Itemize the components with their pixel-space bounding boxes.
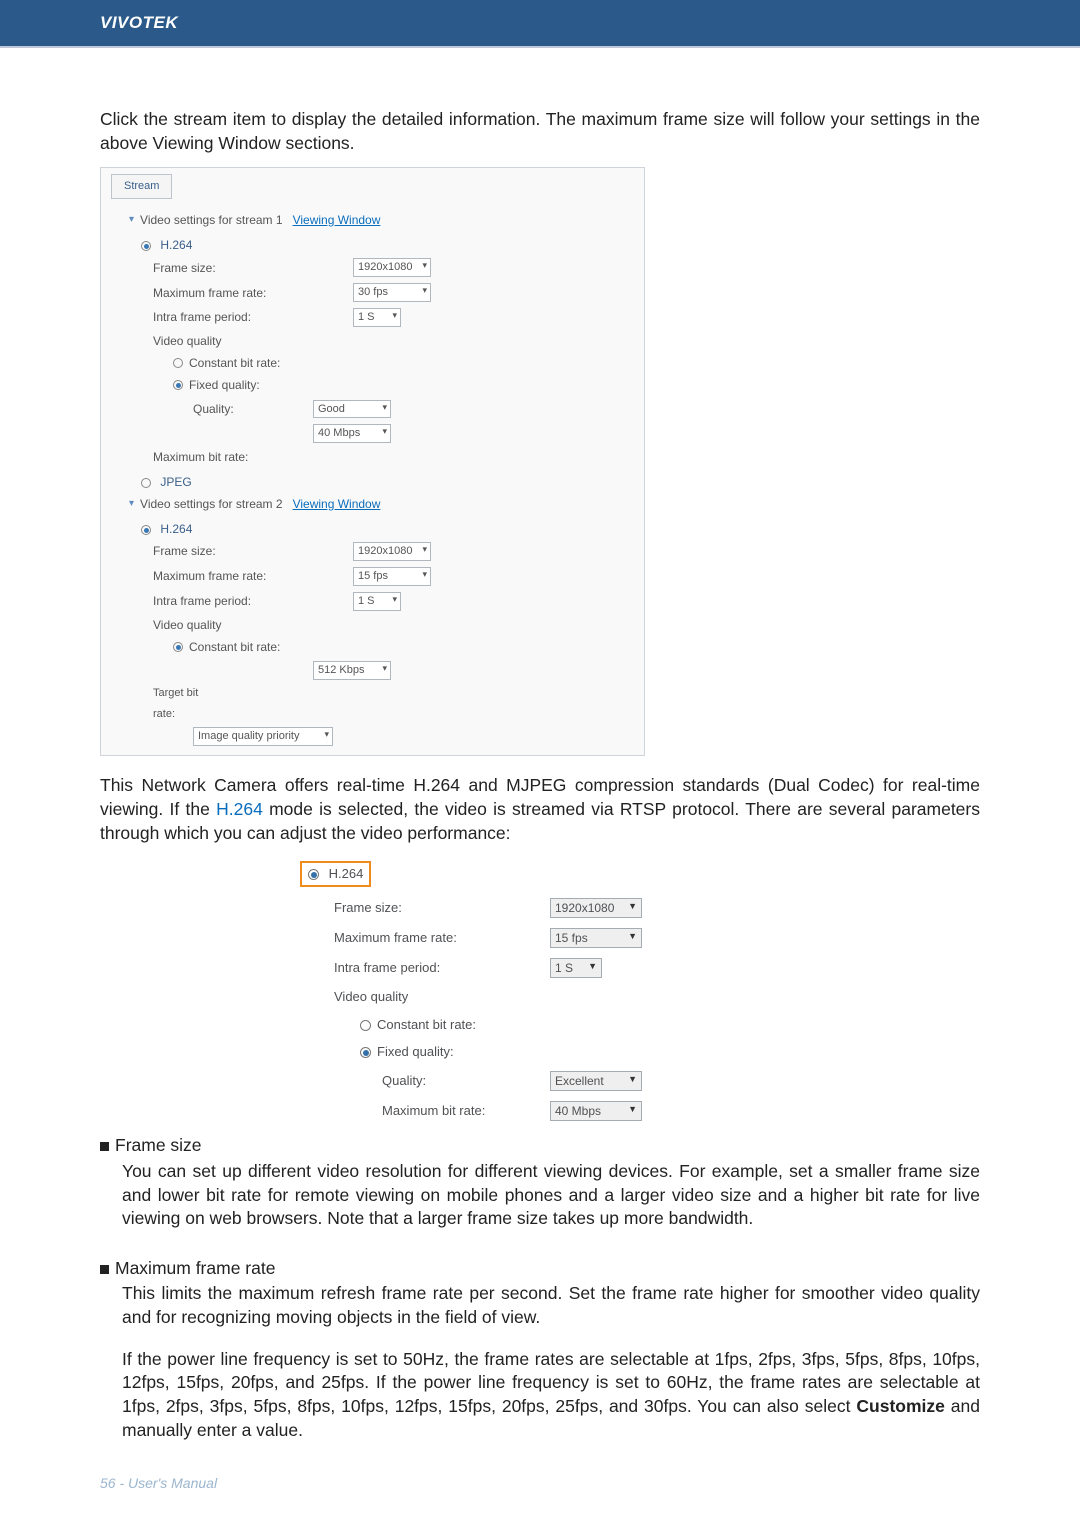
h264-radio-hl[interactable] xyxy=(308,869,319,880)
intro-paragraph: Click the stream item to display the det… xyxy=(100,108,980,155)
intra-period-label-hl: Intra frame period: xyxy=(300,959,550,977)
jpeg-group: JPEG xyxy=(141,468,644,492)
frame-size-label-1: Frame size: xyxy=(153,260,353,276)
intra-period-label-2: Intra frame period: xyxy=(153,593,353,609)
max-frame-rate-body-2: If the power line frequency is set to 50… xyxy=(100,1348,980,1461)
h264-link[interactable]: H.264 xyxy=(216,799,263,819)
quality-sub-label-hl: Quality: xyxy=(300,1072,550,1090)
video-quality-label-1: Video quality xyxy=(153,333,353,349)
frame-size-select-2[interactable]: 1920x1080 xyxy=(353,542,431,561)
cbr-label-hl: Constant bit rate: xyxy=(377,1017,476,1032)
stream2-header: Video settings for stream 2 xyxy=(140,496,283,512)
frame-size-label-2: Frame size: xyxy=(153,543,353,559)
max-bitrate-label-hl: Maximum bit rate: xyxy=(300,1102,550,1120)
cbr-radio-2[interactable] xyxy=(173,642,183,652)
max-frame-rate-select-2[interactable]: 15 fps xyxy=(353,567,431,586)
brand-text: VIVOTEK xyxy=(100,13,178,33)
h264-label-hl: H.264 xyxy=(329,866,364,881)
fixed-quality-radio-hl[interactable] xyxy=(360,1047,371,1058)
target-bit-label: Target bit xyxy=(153,686,353,701)
intra-period-select-hl[interactable]: 1 S▼ xyxy=(550,958,602,978)
frame-size-body: You can set up different video resolutio… xyxy=(100,1158,980,1249)
rate-label: rate: xyxy=(153,707,353,722)
h264-group-1: H.264 xyxy=(141,231,644,255)
max-frame-rate-body-1: This limits the maximum refresh frame ra… xyxy=(100,1280,980,1347)
fixed-quality-radio-1[interactable] xyxy=(173,380,183,390)
h264-highlight: H.264 xyxy=(300,861,371,887)
max-bitrate-select-hl[interactable]: 40 Mbps▼ xyxy=(550,1101,642,1121)
customize-word: Customize xyxy=(856,1396,944,1416)
h264-group-2: H.264 xyxy=(141,515,644,539)
max-frame-rate-select-hl[interactable]: 15 fps▼ xyxy=(550,928,642,948)
quality-sub-label-1: Quality: xyxy=(193,401,313,417)
viewing-window-link-2[interactable]: Viewing Window xyxy=(293,496,381,512)
max-frame-rate-label-1: Maximum frame rate: xyxy=(153,285,353,301)
max-frame-rate-heading: Maximum frame rate xyxy=(100,1257,980,1281)
h264-label-1: H.264 xyxy=(160,238,192,252)
video-quality-label-2: Video quality xyxy=(153,617,353,633)
cbr-radio-1[interactable] xyxy=(173,358,183,368)
max-frame-rate-label-2: Maximum frame rate: xyxy=(153,568,353,584)
h264-radio-1[interactable] xyxy=(141,241,151,251)
h264-label-2: H.264 xyxy=(160,522,192,536)
frame-size-section: Frame size You can set up different vide… xyxy=(100,1134,980,1249)
cbr-label-1: Constant bit rate: xyxy=(189,355,280,371)
stream-settings-screenshot: Stream Video settings for stream 1 Viewi… xyxy=(100,167,645,756)
intra-period-select-2[interactable]: 1 S xyxy=(353,592,401,611)
stream-tab[interactable]: Stream xyxy=(111,174,172,199)
quality-select-1[interactable]: Good xyxy=(313,400,391,419)
max-frame-rate-label-hl: Maximum frame rate: xyxy=(300,929,550,947)
page-footer: 56 - User's Manual xyxy=(100,1475,217,1491)
stream2-header-row[interactable]: Video settings for stream 2 Viewing Wind… xyxy=(101,493,644,515)
fixed-quality-label-hl: Fixed quality: xyxy=(377,1044,454,1059)
codec-paragraph: This Network Camera offers real-time H.2… xyxy=(100,774,980,845)
cbr-row-hl: Constant bit rate: xyxy=(300,1016,550,1034)
cbr-label-2: Constant bit rate: xyxy=(189,639,280,655)
frame-size-select-hl[interactable]: 1920x1080▼ xyxy=(550,898,642,918)
square-bullet-icon xyxy=(100,1265,109,1274)
h264-settings-screenshot: H.264 Frame size: 1920x1080▼ Maximum fra… xyxy=(300,861,780,1126)
fixed-quality-label-1: Fixed quality: xyxy=(189,377,260,393)
fq-row-hl: Fixed quality: xyxy=(300,1043,550,1061)
max-frame-rate-select-1[interactable]: 30 fps xyxy=(353,283,431,302)
page-content: Click the stream item to display the det… xyxy=(0,48,1080,1460)
max-bitrate-select-1[interactable]: 40 Mbps xyxy=(313,424,391,443)
viewing-window-link-1[interactable]: Viewing Window xyxy=(293,212,381,228)
stream1-header-row[interactable]: Video settings for stream 1 Viewing Wind… xyxy=(101,209,644,231)
cbr-radio-hl[interactable] xyxy=(360,1020,371,1031)
frame-size-heading: Frame size xyxy=(100,1134,980,1158)
intra-period-label-1: Intra frame period: xyxy=(153,309,353,325)
square-bullet-icon xyxy=(100,1142,109,1151)
max-frame-rate-section: Maximum frame rate This limits the maxim… xyxy=(100,1257,980,1460)
jpeg-label: JPEG xyxy=(160,475,191,489)
jpeg-radio[interactable] xyxy=(141,478,151,488)
quality-select-hl[interactable]: Excellent▼ xyxy=(550,1071,642,1091)
max-bitrate-label-1: Maximum bit rate: xyxy=(153,449,353,465)
cbr-select-2[interactable]: 512 Kbps xyxy=(313,661,391,680)
stream1-header: Video settings for stream 1 xyxy=(140,212,283,228)
video-quality-label-hl: Video quality xyxy=(300,988,550,1006)
frame-size-label-hl: Frame size: xyxy=(300,899,550,917)
frame-size-select-1[interactable]: 1920x1080 xyxy=(353,258,431,277)
image-quality-priority-select[interactable]: Image quality priority xyxy=(193,727,333,746)
page-header-band: VIVOTEK xyxy=(0,0,1080,46)
h264-radio-2[interactable] xyxy=(141,525,151,535)
intra-period-select-1[interactable]: 1 S xyxy=(353,308,401,327)
